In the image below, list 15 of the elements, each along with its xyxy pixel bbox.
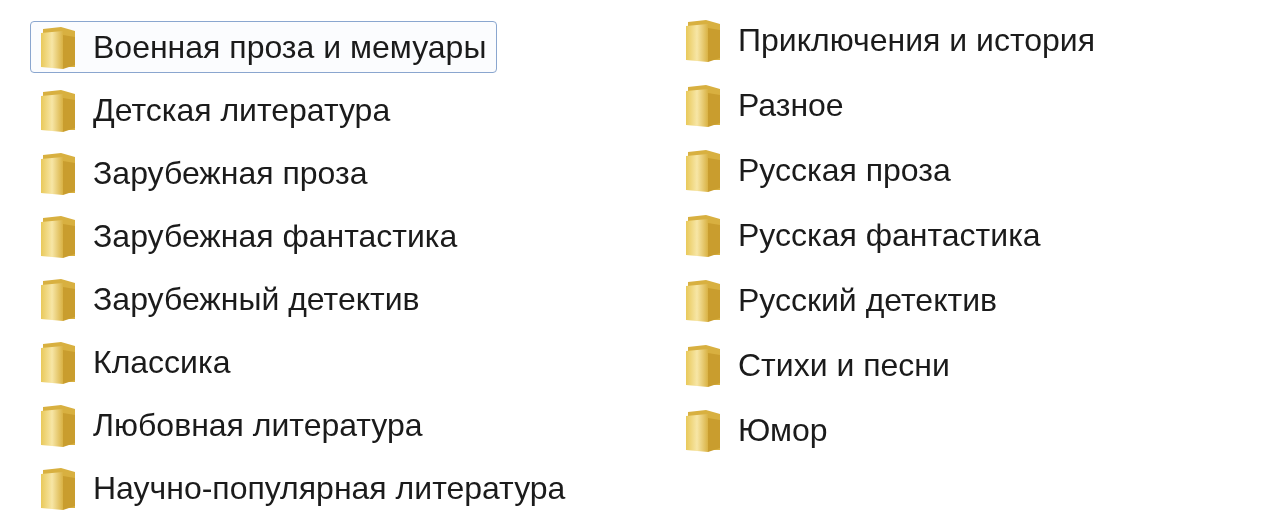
- folder-item[interactable]: Зарубежная фантастика: [30, 210, 469, 262]
- folder-item[interactable]: Русский детектив: [675, 273, 1008, 327]
- folder-item[interactable]: Любовная литература: [30, 399, 434, 451]
- folder-item[interactable]: Русская проза: [675, 143, 962, 197]
- folder-item[interactable]: Классика: [30, 336, 242, 388]
- folder-item[interactable]: Русская фантастика: [675, 208, 1052, 262]
- folder-item[interactable]: Юмор: [675, 403, 839, 457]
- folder-item[interactable]: Приключения и история: [675, 13, 1106, 67]
- folder-item[interactable]: Научно-популярная литература: [30, 462, 577, 514]
- folder-item[interactable]: Зарубежная проза: [30, 147, 379, 199]
- folder-item[interactable]: Военная проза и мемуары: [30, 21, 498, 73]
- folder-item[interactable]: Детская литература: [30, 84, 402, 136]
- folder-item[interactable]: Разное: [675, 78, 855, 132]
- folder-item[interactable]: Стихи и песни: [675, 338, 961, 392]
- folder-item[interactable]: Зарубежный детектив: [30, 273, 431, 325]
